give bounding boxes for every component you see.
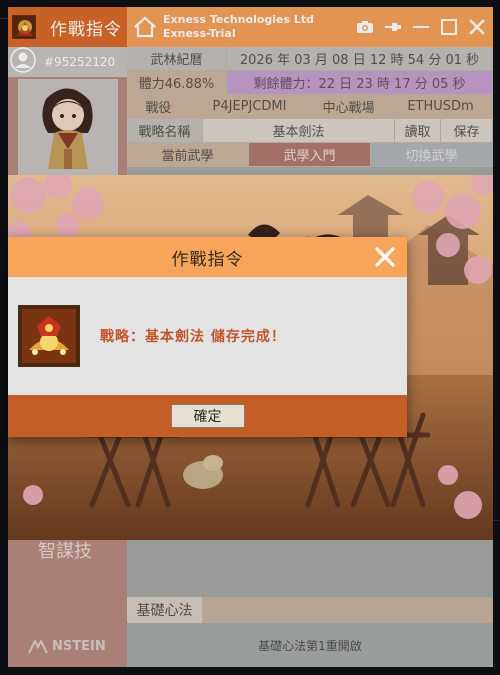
dialog-body: 戰略：基本劍法 儲存完成！ [8,277,407,395]
dialog-footer: 確定 [8,395,407,437]
dialog-message: 戰略：基本劍法 儲存完成！ [100,329,286,345]
treasure-icon [18,305,80,367]
dialog-title: 作戰指令 [171,249,244,270]
dialog-header: 作戰指令 [8,237,407,277]
save-complete-dialog: 作戰指令 戰略：基本劍法 儲存完成！ 確定 [8,237,407,437]
close-icon[interactable] [373,245,397,269]
ok-button[interactable]: 確定 [170,404,245,428]
